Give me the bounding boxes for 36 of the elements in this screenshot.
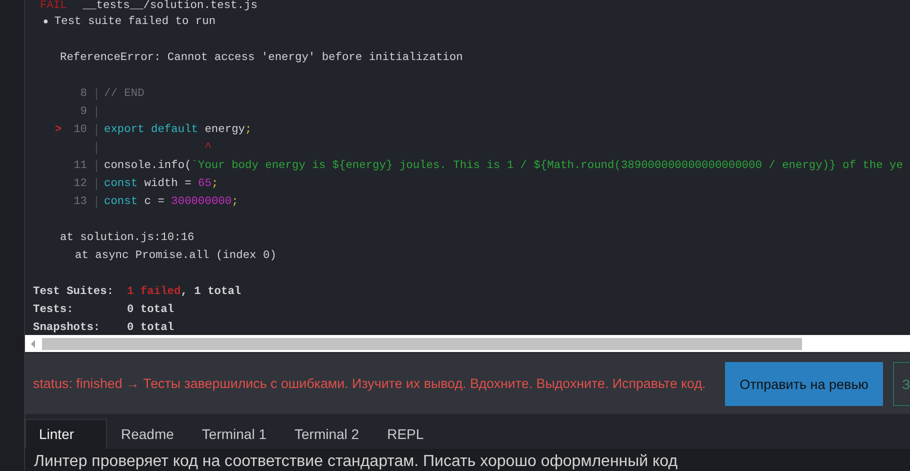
code-line: const c = 300000000; (104, 195, 238, 210)
tab[interactable]: Terminal 2 (280, 419, 374, 449)
horizontal-scrollbar[interactable] (25, 335, 910, 354)
tab[interactable]: Linter (25, 419, 107, 449)
code-line: console.info(`Your body energy is ${energy} joules. This is 1 / ${Math.round(389000000000000000000 / energy)} of the ye (104, 158, 903, 174)
stack-trace-line: at solution.js:10:16 (60, 230, 194, 246)
tab[interactable]: Terminal 1 (188, 419, 281, 449)
scroll-left-icon[interactable] (29, 338, 37, 348)
tab[interactable]: Readme (107, 419, 188, 449)
panel-description: Линтер проверяет код на соответствие стандартам. Писать хорошо оформленный код (34, 453, 678, 470)
tab[interactable]: REPL (373, 419, 438, 449)
error-message: ReferenceError: Cannot access 'energy' before initialization (60, 50, 463, 66)
suite-message: Test suite failed to run (54, 14, 216, 30)
test-file-path: __tests__/solution.test.js (82, 0, 258, 13)
fail-label: FAIL (40, 0, 67, 13)
status-message: status: finished → Тесты завершились с ошибками. Изучите их вывод. Вдохните. Выдохните. Исправьте код. (33, 375, 707, 393)
summary-label: Tests: (33, 303, 74, 318)
line-number: 11 (72, 159, 87, 174)
summary-label: Snapshots: (33, 320, 102, 335)
line-number: 10 (72, 123, 87, 138)
summary-value: 1 failed, 1 total (127, 284, 242, 300)
stack-trace-line: at async Promise.all (index 0) (75, 248, 276, 264)
line-number: 9 (79, 105, 87, 120)
current-line-marker: > (55, 124, 62, 136)
bullet-icon: ● (43, 13, 48, 31)
submit-review-button[interactable]: Отправить на ревью (725, 362, 883, 406)
code-line: const width = 65; (104, 176, 218, 192)
line-number: 13 (72, 195, 87, 210)
summary-label: Test Suites: (33, 284, 115, 300)
summary-value: 0 total (127, 302, 174, 318)
line-number: 12 (72, 177, 87, 192)
summary-value: 0 total (127, 320, 174, 335)
line-number: 8 (79, 87, 87, 102)
code-line: // END (104, 86, 144, 102)
code-line: export default energy; (104, 122, 252, 138)
error-caret: ^ (204, 141, 212, 156)
